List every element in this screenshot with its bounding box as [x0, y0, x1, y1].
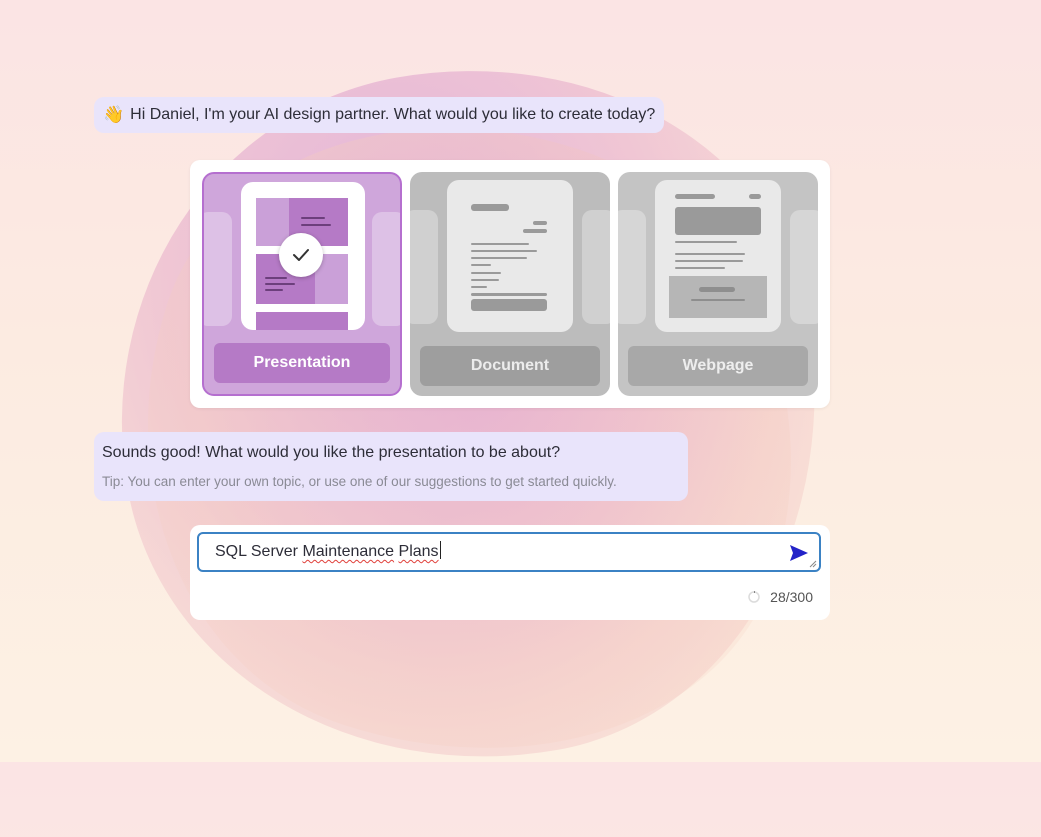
tip-text: Tip: You can enter your own topic, or us… [102, 474, 617, 489]
greeting-bubble: 👋 Hi Daniel, I'm your AI design partner.… [94, 97, 665, 133]
webpage-card[interactable]: Webpage [618, 172, 818, 396]
topic-word: SQL Server [215, 543, 303, 560]
card-side-tab [790, 210, 818, 324]
progress-ring-icon [748, 591, 760, 603]
content-type-picker: Presentation Document Webpage [190, 160, 830, 408]
selected-check-icon [279, 233, 323, 277]
card-side-tab [618, 210, 646, 324]
presentation-label: Presentation [214, 343, 390, 383]
card-side-tab [410, 210, 438, 324]
card-side-tab [372, 212, 400, 326]
send-icon[interactable] [789, 544, 809, 562]
counter-text: 28/300 [770, 589, 813, 605]
webpage-label: Webpage [628, 346, 808, 386]
topic-word-misspelled: Plans [398, 543, 439, 560]
background-blob [65, 14, 875, 816]
topic-input[interactable]: SQL Server Maintenance Plans [197, 532, 821, 572]
question-text: Sounds good! What would you like the pre… [102, 444, 561, 461]
greeting-text: Hi Daniel, I'm your AI design partner. W… [130, 106, 656, 123]
presentation-card[interactable]: Presentation [202, 172, 402, 396]
topic-word-misspelled: Maintenance [302, 543, 395, 560]
webpage-preview [655, 180, 781, 332]
card-side-tab [204, 212, 232, 326]
question-bubble: Sounds good! What would you like the pre… [94, 432, 688, 501]
card-side-tab [582, 210, 610, 324]
resize-handle-icon[interactable] [809, 560, 817, 568]
text-caret [439, 541, 441, 559]
character-counter: 28/300 [748, 589, 813, 605]
document-label: Document [420, 346, 600, 386]
topic-panel: SQL Server Maintenance Plans 28/300 [190, 525, 830, 620]
document-preview [447, 180, 573, 332]
document-card[interactable]: Document [410, 172, 610, 396]
wave-icon: 👋 [103, 105, 125, 124]
